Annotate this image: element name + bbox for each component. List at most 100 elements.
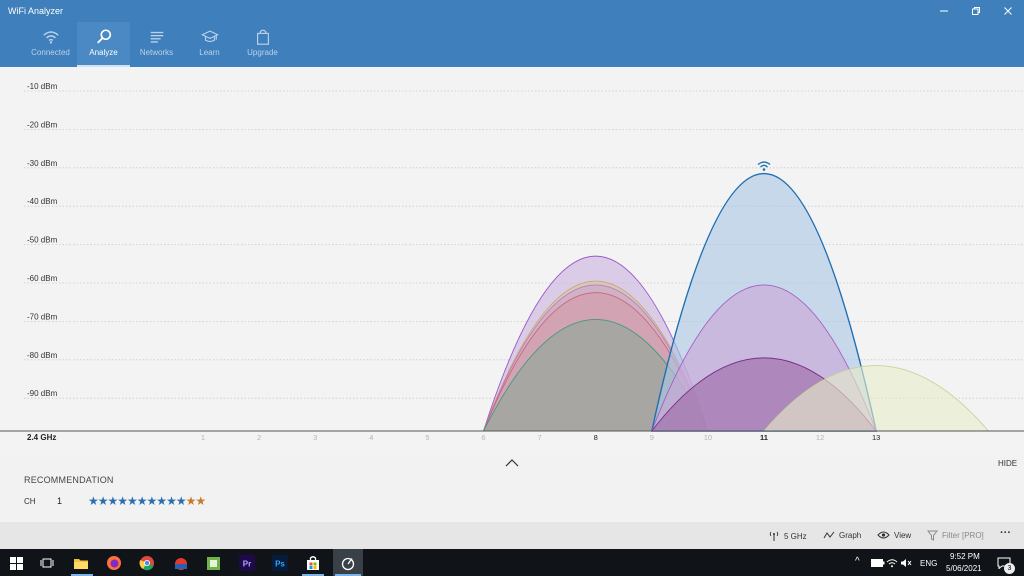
y-tick-label: -20 dBm (27, 120, 58, 129)
tab-label: Learn (199, 48, 220, 57)
filter-button[interactable]: Filter [PRO] (927, 530, 984, 541)
x-tick-label: 1 (201, 433, 205, 442)
signal-chart-svg: -10 dBm -20 dBm -30 dBm -40 dBm -50 dBm -60 d… (0, 82, 1024, 442)
y-tick-label: -60 dBm (27, 274, 58, 283)
show-hidden-icons-button[interactable]: ^ (855, 556, 860, 567)
minimize-icon (940, 10, 948, 12)
app-header: WiFi Analyzer Connected Analyze Networks… (0, 0, 1024, 67)
window-controls (928, 0, 1024, 22)
x-tick-label: 7 (538, 433, 542, 442)
firefox-button[interactable] (104, 553, 124, 573)
filter-icon (927, 530, 938, 541)
shopping-bag-icon (256, 29, 269, 45)
x-tick-label: 11 (760, 433, 768, 442)
recommended-channel: 1 (57, 496, 63, 506)
x-tick-label: 9 (650, 433, 654, 442)
nav-tabs: Connected Analyze Networks Learn Upgrade (24, 22, 289, 67)
graph-label: Graph (839, 530, 862, 540)
notification-count-badge: 3 (1004, 563, 1015, 574)
task-view-icon (40, 558, 54, 568)
start-button[interactable] (6, 553, 26, 573)
y-tick-label: -40 dBm (27, 197, 58, 206)
tab-label: Analyze (89, 48, 118, 57)
svg-text:Pr: Pr (243, 560, 251, 569)
minimize-button[interactable] (928, 0, 960, 22)
app-button[interactable] (171, 553, 191, 573)
input-language-button[interactable]: ENG (920, 559, 937, 568)
photoshop-icon: Ps (272, 555, 288, 571)
view-label: View (894, 530, 912, 540)
premiere-icon: Pr (239, 555, 255, 571)
tab-connected[interactable]: Connected (24, 22, 77, 67)
wifi-analyzer-taskbar-button[interactable] (333, 549, 363, 576)
file-explorer-button[interactable] (71, 553, 91, 573)
y-tick-label: -80 dBm (27, 351, 58, 360)
analyze-icon (96, 29, 111, 44)
x-tick-label: 2 (257, 433, 261, 442)
expand-panel-button[interactable] (504, 456, 520, 474)
chrome-button[interactable] (137, 553, 157, 573)
signal-chart: -10 dBm -20 dBm -30 dBm -40 dBm -50 dBm -60 d… (0, 67, 1024, 455)
tab-upgrade[interactable]: Upgrade (236, 22, 289, 67)
folder-icon (74, 559, 88, 569)
tab-label: Upgrade (247, 48, 278, 57)
clock-time[interactable]: 9:52 PM (950, 552, 980, 561)
close-icon (1004, 7, 1012, 15)
store-button[interactable] (303, 553, 323, 573)
connected-wifi-icon (757, 161, 771, 171)
wifi-icon (42, 31, 59, 44)
store-bag-icon (307, 556, 319, 570)
graph-button[interactable]: Graph (823, 530, 861, 540)
windows-logo-icon (9, 556, 23, 570)
y-tick-label: -50 dBm (27, 236, 58, 245)
chrome-icon (139, 556, 154, 571)
tab-networks[interactable]: Networks (130, 22, 183, 67)
hide-button[interactable]: HIDE (998, 459, 1017, 468)
clock-date[interactable]: 5/06/2021 (946, 564, 982, 573)
y-tick-label: -90 dBm (27, 389, 58, 398)
taskbar: Pr Ps ^ ENG 9:52 PM 5/06/2021 3 (0, 549, 1024, 576)
y-tick-label: -10 dBm (27, 82, 58, 91)
spreadsheet-icon (206, 556, 220, 570)
close-button[interactable] (992, 0, 1024, 22)
firefox-icon (107, 556, 121, 570)
volume-muted-icon (901, 559, 912, 567)
more-options-button[interactable]: ··· (1000, 527, 1011, 539)
x-tick-label: 8 (594, 433, 598, 442)
volume-button[interactable] (896, 553, 916, 573)
tab-label: Networks (139, 48, 174, 57)
view-button[interactable]: View (877, 530, 911, 540)
x-tick-label: 13 (872, 433, 880, 442)
rating-stars-blue: ★★★★★★★★★★ (88, 494, 187, 508)
graduation-cap-icon (200, 30, 219, 43)
restore-icon (972, 7, 980, 15)
wifi-analyzer-app-icon (341, 557, 355, 570)
x-tick-label: 10 (704, 433, 712, 442)
spreadsheet-app-button[interactable] (203, 553, 223, 573)
channel-rating: ★★★★★★★★★★★★ (88, 494, 206, 508)
x-tick-label: 5 (425, 433, 429, 442)
tab-label: Connected (31, 48, 70, 57)
svg-text:Ps: Ps (275, 560, 285, 569)
networks-list-icon (150, 31, 163, 43)
premiere-button[interactable]: Pr (237, 553, 257, 573)
app-icon (175, 558, 187, 570)
restore-button[interactable] (960, 0, 992, 22)
band-label: 2.4 GHz (27, 433, 56, 442)
band-label: 5 GHz (784, 531, 807, 541)
y-tick-label: -30 dBm (27, 159, 58, 168)
window-title: WiFi Analyzer (8, 6, 64, 16)
task-view-button[interactable] (37, 553, 57, 573)
x-tick-label: 3 (313, 433, 317, 442)
y-tick-label: -70 dBm (27, 312, 58, 321)
tab-learn[interactable]: Learn (183, 22, 236, 67)
recommendation-title: RECOMMENDATION (24, 475, 114, 485)
rating-stars-orange: ★★ (185, 494, 206, 508)
filter-label: Filter [PRO] (942, 531, 984, 540)
x-tick-label: 6 (481, 433, 485, 442)
x-tick-label: 4 (369, 433, 373, 442)
recommendation-ch-label: CH (24, 497, 36, 506)
photoshop-button[interactable]: Ps (270, 553, 290, 573)
tab-analyze[interactable]: Analyze (77, 22, 130, 67)
band-toggle-button[interactable]: 5 GHz (768, 530, 807, 542)
